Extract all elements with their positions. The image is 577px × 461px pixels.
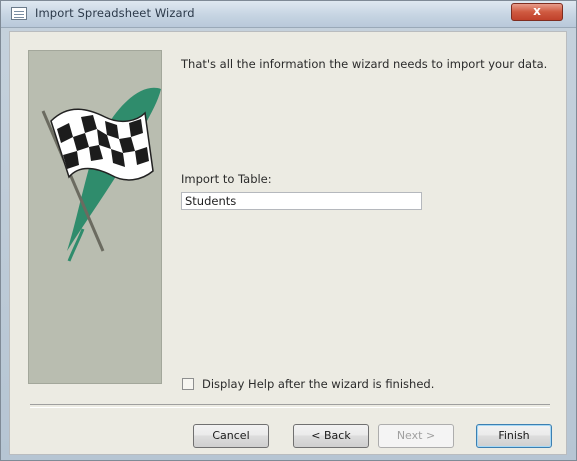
- wizard-window: Import Spreadsheet Wizard x That's all t…: [0, 0, 577, 461]
- wizard-body: That's all the information the wizard ne…: [9, 31, 567, 455]
- divider: [30, 404, 550, 408]
- close-button[interactable]: x: [511, 3, 563, 21]
- table-icon: [11, 7, 27, 20]
- cancel-button[interactable]: Cancel: [193, 424, 269, 448]
- next-button: Next >: [378, 424, 454, 448]
- checkered-flag-icon: [28, 50, 162, 384]
- import-to-table-label: Import to Table:: [181, 172, 272, 186]
- table-name-input[interactable]: [181, 192, 422, 210]
- finish-button[interactable]: Finish: [476, 424, 552, 448]
- title-bar[interactable]: Import Spreadsheet Wizard x: [1, 1, 576, 28]
- completion-message: That's all the information the wizard ne…: [181, 57, 548, 71]
- help-checkbox-label[interactable]: Display Help after the wizard is finishe…: [202, 377, 434, 391]
- help-checkbox[interactable]: [182, 378, 194, 390]
- window-title: Import Spreadsheet Wizard: [35, 6, 195, 20]
- back-button[interactable]: < Back: [293, 424, 369, 448]
